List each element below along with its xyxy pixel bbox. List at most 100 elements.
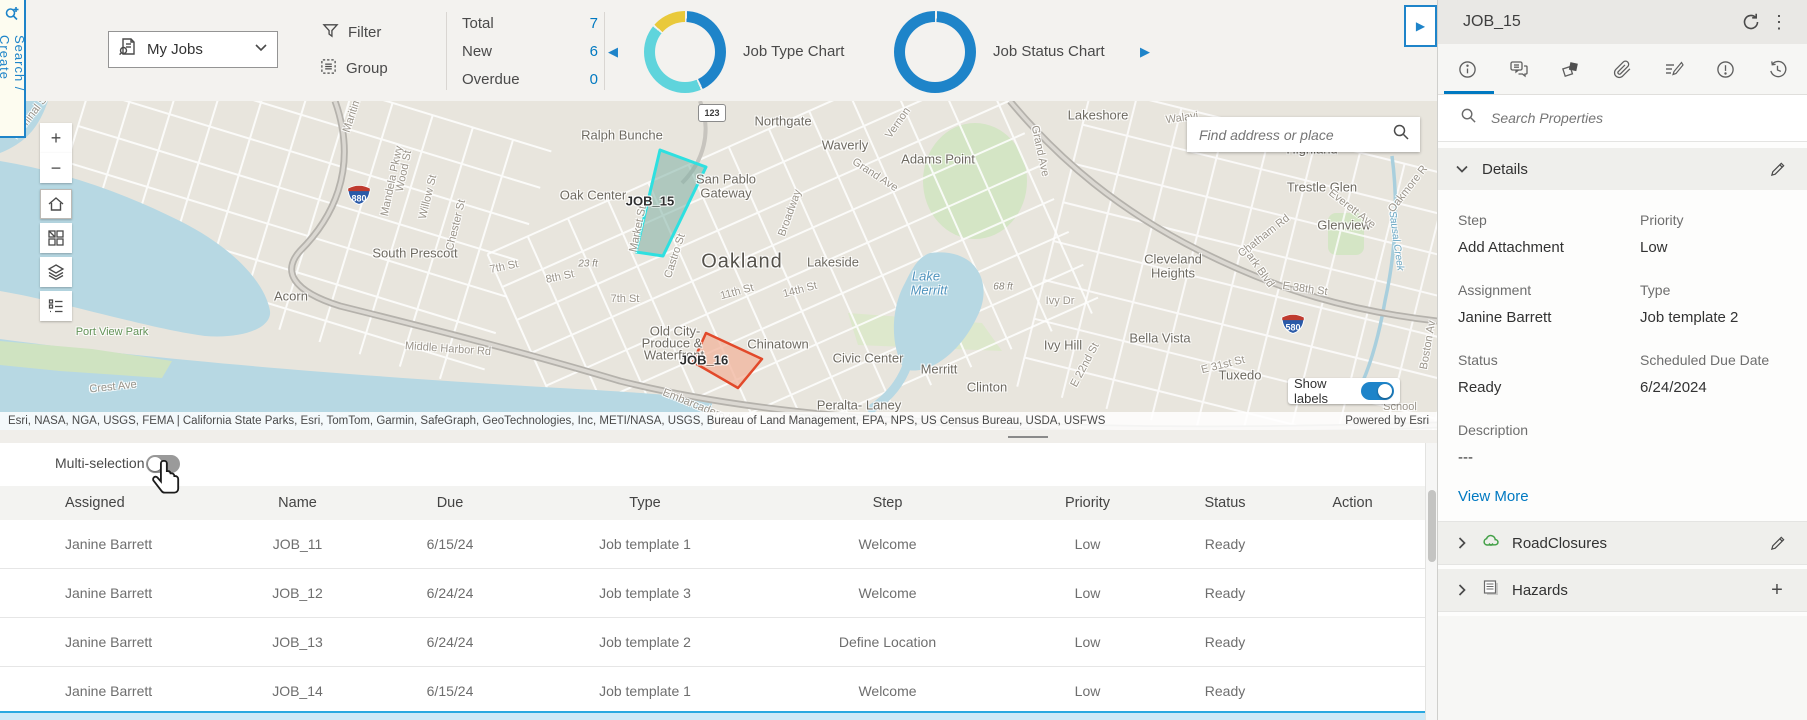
table-row[interactable]: Janine Barrett JOB_12 6/24/24 Job template … — [0, 569, 1425, 618]
group-button[interactable]: Group — [320, 58, 388, 79]
table-row[interactable]: Janine Barrett JOB_14 6/15/24 Job template … — [0, 667, 1425, 716]
table-cell: Ready — [1204, 536, 1246, 552]
panel-tabbar — [1438, 44, 1807, 95]
details-section-header[interactable]: Details — [1438, 148, 1807, 190]
kebab-menu-button[interactable]: ⋮ — [1765, 8, 1793, 36]
edit-pencil-icon[interactable] — [1763, 529, 1791, 557]
table-cell: JOB_13 — [272, 634, 323, 650]
section-label: Hazards — [1512, 581, 1568, 599]
table-cell: Job template 3 — [599, 585, 691, 601]
panel-title: JOB_15 — [1463, 13, 1521, 30]
job-type-donut-chart[interactable] — [644, 11, 726, 93]
tab-attachments[interactable] — [1599, 47, 1645, 91]
table-cell: Welcome — [858, 585, 917, 601]
search-icon — [1460, 107, 1477, 129]
panel-sections: RoadClosures Hazards + — [1438, 521, 1807, 720]
column-header-name: Name — [278, 495, 317, 511]
table-cell: 6/15/24 — [426, 536, 474, 552]
section-roadclosures[interactable]: RoadClosures — [1438, 522, 1807, 565]
section-label: RoadClosures — [1512, 534, 1608, 552]
basemap-button[interactable] — [40, 223, 72, 253]
job-status-chart-title: Job Status Chart — [993, 43, 1105, 60]
table-cell: Ready — [1204, 634, 1246, 650]
panel-collapse-button[interactable]: ▶ — [1404, 5, 1437, 47]
edit-pencil-icon[interactable] — [1763, 155, 1791, 183]
group-icon — [320, 58, 337, 79]
multi-selection-row: Multi-selection — [0, 443, 1437, 486]
table-cell: Ready — [1204, 585, 1246, 601]
tab-issues[interactable] — [1703, 47, 1749, 91]
refresh-button[interactable] — [1737, 8, 1765, 36]
table-row[interactable]: Janine Barrett JOB_13 6/24/24 Job template … — [0, 618, 1425, 667]
selected-row-partial[interactable] — [0, 711, 1425, 720]
details-title: Details — [1482, 160, 1528, 178]
field-label: Step — [1458, 212, 1487, 228]
tab-history[interactable] — [1754, 47, 1800, 91]
table-cell: Job template 2 — [599, 634, 691, 650]
column-header-action: Action — [1332, 495, 1373, 511]
field-label: Assignment — [1458, 282, 1532, 298]
table-cell: JOB_11 — [272, 536, 323, 552]
table-cell: Welcome — [858, 683, 917, 699]
chevron-right-icon — [1454, 582, 1470, 598]
zoom-out-button[interactable]: − — [40, 153, 72, 183]
table-row[interactable]: Janine Barrett JOB_11 6/15/24 Job template … — [0, 520, 1425, 569]
legend-button[interactable] — [40, 291, 72, 321]
highway-shield: 123 — [698, 104, 726, 122]
highway-shield: 880 — [346, 184, 372, 211]
stat-new: New 6 — [462, 42, 598, 60]
map-view[interactable]: Terminal St Maritim Ralph Bunche Northgate W… — [0, 101, 1437, 430]
highway-shield: 580 — [1280, 313, 1306, 340]
field-value: 6/24/2024 — [1640, 379, 1707, 396]
tab-categories[interactable] — [1548, 47, 1594, 91]
add-record-button[interactable]: + — [1763, 576, 1791, 604]
section-hazards[interactable]: Hazards + — [1438, 569, 1807, 612]
search-create-label: Search / Create — [0, 35, 27, 92]
table-cell: Janine Barrett — [65, 536, 153, 552]
map-search-box[interactable] — [1187, 117, 1420, 152]
attribution-text: Esri, NASA, NGA, USGS, FEMA | California… — [8, 415, 1106, 427]
job-type-chart-title: Job Type Chart — [743, 43, 845, 60]
table-cell: Welcome — [858, 536, 917, 552]
multi-selection-toggle[interactable] — [146, 455, 180, 473]
field-label: Description — [1458, 422, 1529, 438]
home-button[interactable] — [40, 189, 72, 219]
chart-nav-left-arrow[interactable]: ◀ — [608, 44, 618, 60]
properties-search-input[interactable] — [1489, 109, 1793, 127]
job-filter-value: My Jobs — [147, 41, 203, 58]
layers-button[interactable] — [40, 257, 72, 287]
filter-button[interactable]: Filter — [322, 22, 381, 43]
view-more-link[interactable]: View More — [1438, 484, 1807, 521]
show-labels-control: Show labels — [1288, 376, 1400, 406]
field-label: Status — [1458, 352, 1498, 368]
table-cell: Janine Barrett — [65, 634, 153, 650]
scrollbar-thumb[interactable] — [1428, 490, 1436, 562]
table-header-row: Assigned Name Due Type Step Priority Status Act… — [0, 486, 1425, 520]
job-status-donut-chart[interactable] — [894, 11, 976, 93]
chart-nav-right-arrow[interactable]: ▶ — [1140, 44, 1150, 60]
chevron-down-icon — [253, 39, 269, 60]
column-header-assigned: Assigned — [65, 495, 125, 511]
filter-icon — [322, 22, 339, 43]
table-cell: Ready — [1204, 683, 1246, 699]
roadclosures-layer-icon — [1482, 532, 1500, 555]
table-cell: Low — [1074, 683, 1101, 699]
show-labels-toggle[interactable] — [1361, 382, 1394, 400]
stat-overdue: Overdue 0 — [462, 70, 598, 88]
tab-forms[interactable] — [1651, 47, 1697, 91]
column-header-priority: Priority — [1064, 495, 1111, 511]
tab-comments[interactable] — [1496, 47, 1542, 91]
zoom-in-button[interactable]: + — [40, 123, 72, 153]
resize-handle[interactable] — [1008, 436, 1048, 438]
table-cell: Low — [1074, 585, 1101, 601]
map-search-input[interactable] — [1197, 125, 1392, 144]
search-plus-icon — [4, 6, 20, 27]
search-create-tab[interactable]: Search / Create — [0, 0, 27, 138]
home-icon — [48, 197, 64, 211]
job-filter-select[interactable]: My Jobs — [108, 31, 278, 68]
group-label: Group — [346, 60, 388, 77]
tab-info[interactable] — [1445, 47, 1491, 91]
table-scrollbar[interactable] — [1425, 443, 1437, 720]
field-value: Ready — [1458, 379, 1502, 396]
field-value: Job template 2 — [1640, 309, 1739, 326]
